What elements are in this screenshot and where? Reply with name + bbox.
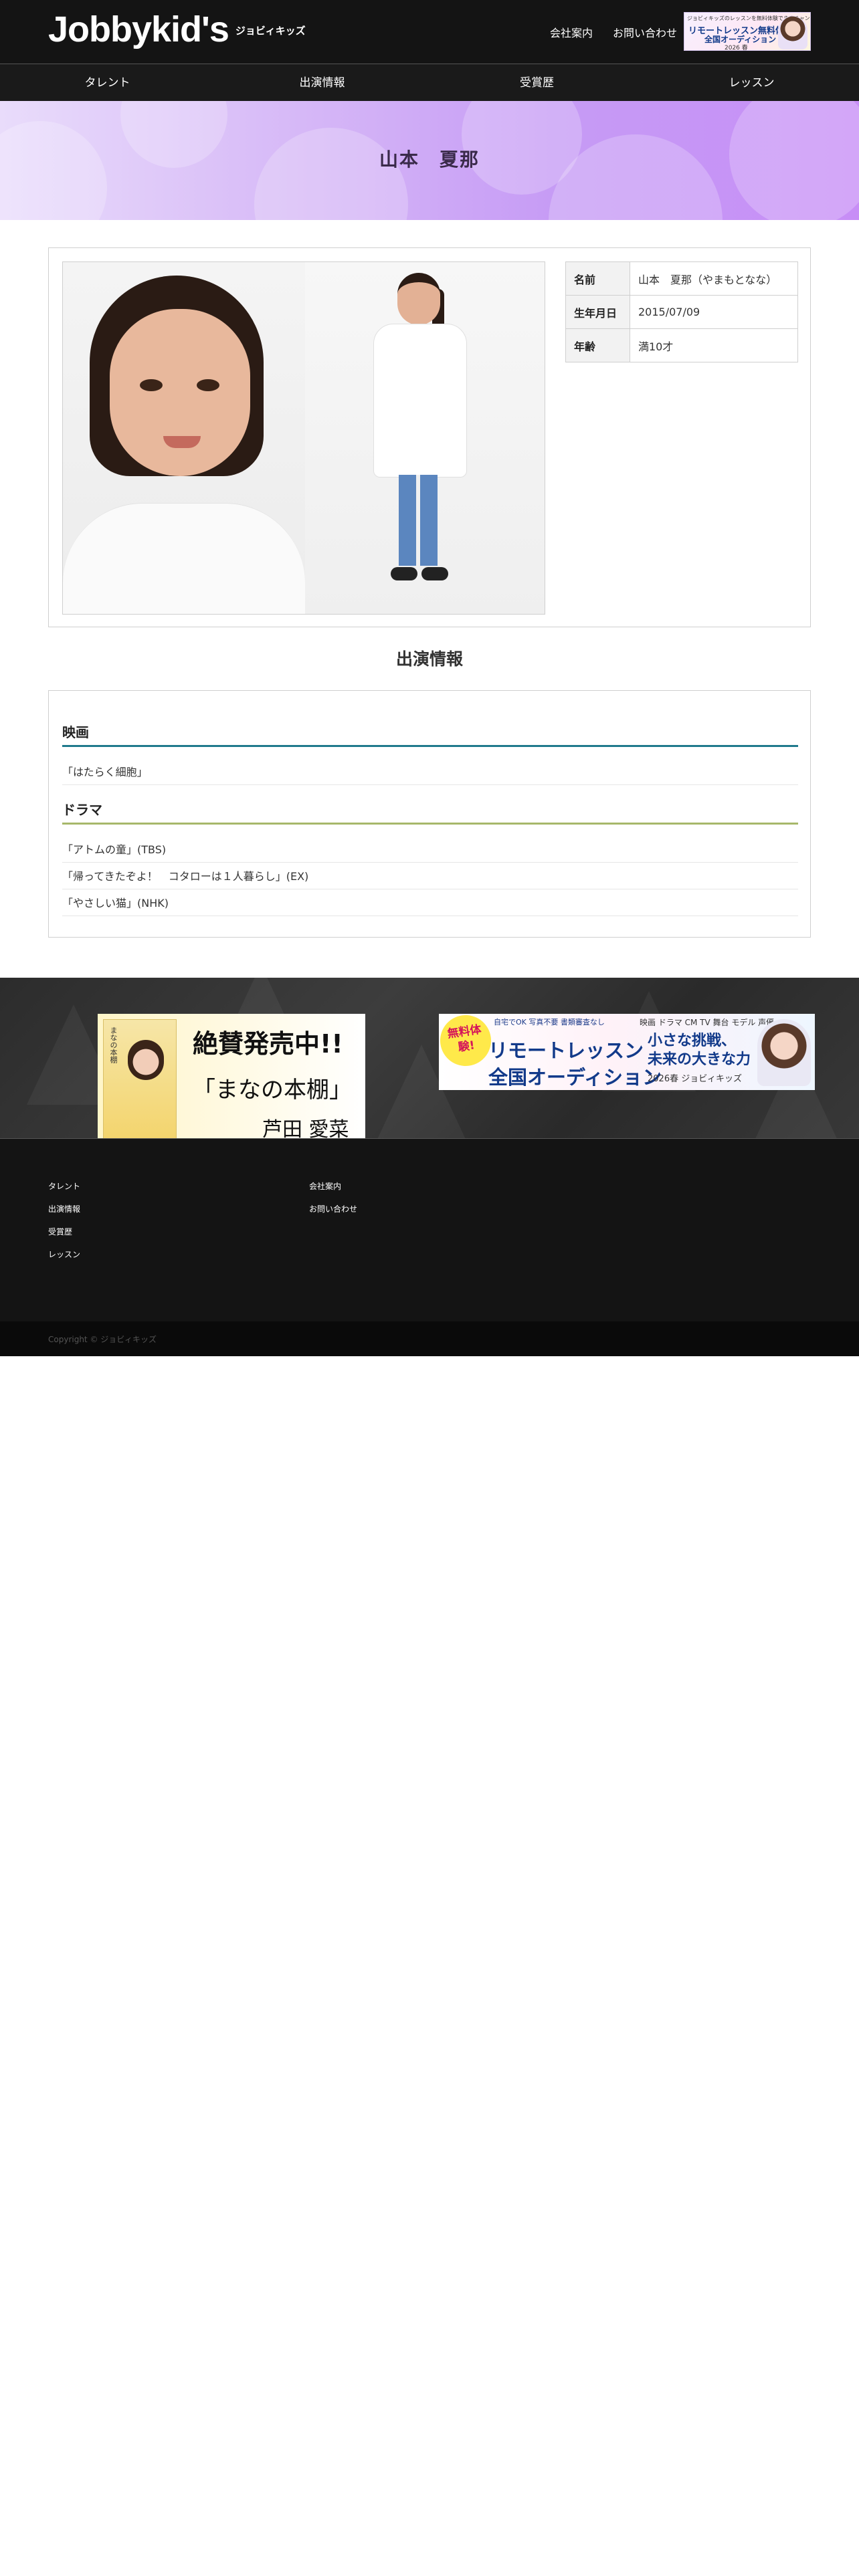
hero-bokeh: [254, 128, 408, 220]
full-body-photo: [305, 262, 545, 614]
row-label: 生年月日: [565, 295, 630, 329]
audition-tags: 自宅でOK 写真不要 書類審査なし: [494, 1018, 605, 1027]
audition-season: 2026春 ジョビィキッズ: [648, 1074, 742, 1084]
site-header: Jobbykid's ジョビィキッズ 会社案内 お問い合わせ ジョビィキッズのレ…: [0, 0, 859, 64]
audition-genres: 映画 ドラマ CM TV 舞台 モデル 声優: [640, 1018, 775, 1027]
book-banner-title: 「まなの本棚」: [193, 1077, 352, 1103]
book-banner-headline: 絶賛発売中!!: [193, 1029, 343, 1059]
copyright-bar: Copyright © ジョビィキッズ: [0, 1321, 859, 1356]
logo-subtitle: ジョビィキッズ: [235, 25, 306, 37]
audition-main-line2: 全国オーディション: [488, 1066, 662, 1089]
head-shape: [397, 273, 440, 325]
footer-col-1: タレント 出演情報 受賞歴 レッスン: [48, 1180, 80, 1271]
shirt-shape: [63, 503, 305, 614]
category-movie: 映画: [62, 722, 798, 747]
dress-shape: [373, 324, 467, 477]
site-footer: タレント 出演情報 受賞歴 レッスン 会社案内 お問い合わせ: [0, 1138, 859, 1321]
book-banner-author: 芦田 愛菜: [262, 1118, 349, 1138]
jeans-shape: [399, 475, 438, 566]
audition-photo: [757, 1019, 811, 1086]
logo-wordmark: Jobbykid's: [48, 9, 229, 49]
audition-banner[interactable]: 無料体験! 自宅でOK 写真不要 書類審査なし リモートレッスン 全国オーディシ…: [439, 1014, 815, 1090]
site-logo[interactable]: Jobbykid's ジョビィキッズ: [48, 9, 306, 49]
appearances-heading: 出演情報: [395, 649, 463, 669]
book-banner[interactable]: まなの本棚 絶賛発売中!! 「まなの本棚」 芦田 愛菜: [98, 1014, 365, 1138]
row-value: 満10才: [630, 328, 798, 362]
audition-main-line1: リモートレッスン: [488, 1039, 644, 1062]
shoe-shape: [391, 567, 417, 580]
face-photo: [63, 262, 305, 614]
nav-item-talent[interactable]: タレント: [0, 64, 215, 101]
table-row: 名前 山本 夏那（やまもとなな）: [565, 261, 798, 296]
appearances-card: 映画 「はたらく細胞」 ドラマ 「アトムの童」(TBS) 「帰ってきたぞよ！ コ…: [48, 690, 811, 938]
nav-item-lessons[interactable]: レッスン: [644, 64, 859, 101]
nav-item-awards[interactable]: 受賞歴: [430, 64, 644, 101]
row-value: 山本 夏那（やまもとなな）: [630, 261, 798, 296]
eye-shape: [197, 379, 219, 391]
header-banner-line4: 2026 春: [725, 45, 748, 51]
list-item: 「はたらく細胞」: [62, 763, 798, 785]
footer-link-contact[interactable]: お問い合わせ: [309, 1203, 357, 1214]
copyright-text: Copyright © ジョビィキッズ: [48, 1335, 157, 1344]
list-item: 「帰ってきたぞよ！ コタローは１人暮らし」(EX): [62, 867, 798, 889]
header-audition-banner[interactable]: ジョビィキッズのレッスンを無料体験できるチャンス！ リモートレッスン無料体験 全…: [684, 12, 811, 51]
profile-info-table: 名前 山本 夏那（やまもとなな） 生年月日 2015/07/09 年齢 満10才: [565, 261, 798, 362]
face-shape: [110, 309, 250, 476]
list-item: 「アトムの童」(TBS): [62, 841, 798, 863]
profile-card: 名前 山本 夏那（やまもとなな） 生年月日 2015/07/09 年齢 満10才: [48, 247, 811, 627]
banner-band: まなの本棚 絶賛発売中!! 「まなの本棚」 芦田 愛菜 無料体験! 自宅でOK …: [0, 978, 859, 1138]
row-value: 2015/07/09: [630, 295, 798, 329]
book-cover: まなの本棚: [103, 1019, 177, 1138]
table-row: 生年月日 2015/07/09: [565, 295, 798, 329]
book-cover-title: まなの本棚: [109, 1027, 118, 1063]
nav-item-appearances[interactable]: 出演情報: [215, 64, 430, 101]
row-label: 名前: [565, 261, 630, 296]
shoe-shape: [421, 567, 448, 580]
table-row: 年齢 満10才: [565, 328, 798, 362]
utility-nav: 会社案内 お問い合わせ: [550, 24, 677, 40]
footer-link-awards[interactable]: 受賞歴: [48, 1226, 80, 1237]
free-trial-badge-text: 無料体験!: [446, 1023, 482, 1055]
footer-link-appearances[interactable]: 出演情報: [48, 1203, 80, 1214]
util-link-company[interactable]: 会社案内: [550, 24, 593, 40]
eye-shape: [140, 379, 163, 391]
footer-link-company[interactable]: 会社案内: [309, 1180, 357, 1192]
footer-link-lessons[interactable]: レッスン: [48, 1249, 80, 1260]
footer-col-2: 会社案内 お問い合わせ: [309, 1180, 357, 1226]
row-label: 年齢: [565, 328, 630, 362]
page-title: 山本 夏那: [379, 148, 480, 171]
hero-banner: 山本 夏那: [0, 101, 859, 220]
category-drama: ドラマ: [62, 799, 798, 825]
free-trial-badge: 無料体験!: [439, 1014, 494, 1069]
list-item: 「やさしい猫」(NHK): [62, 894, 798, 916]
book-cover-photo: [128, 1040, 164, 1080]
audition-slogan-line2: 未来の大きな力: [648, 1051, 751, 1068]
profile-photo: [62, 261, 545, 615]
main-nav: タレント 出演情報 受賞歴 レッスン: [0, 64, 859, 101]
footer-link-talent[interactable]: タレント: [48, 1180, 80, 1192]
util-link-contact[interactable]: お問い合わせ: [613, 24, 677, 40]
header-banner-photo: [778, 16, 807, 49]
